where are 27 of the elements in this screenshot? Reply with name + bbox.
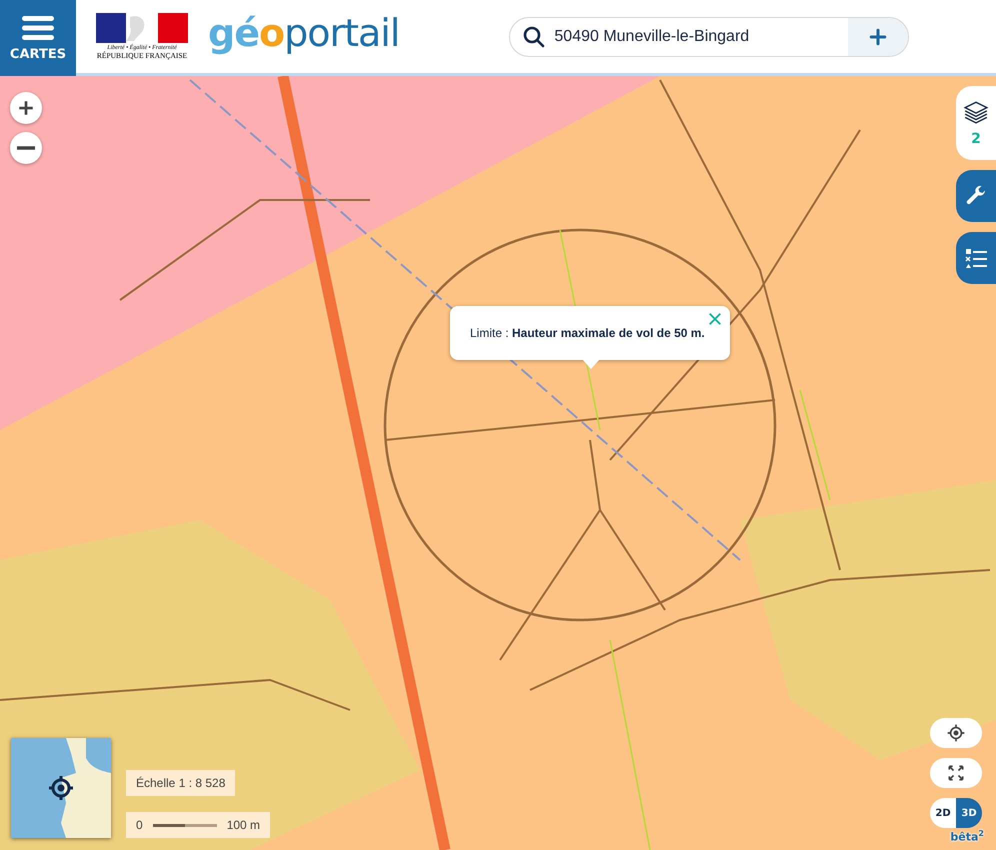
tools-button[interactable]	[956, 170, 996, 222]
popup-text: Limite : Hauteur maximale de vol de 50 m.	[470, 326, 705, 340]
logo-text: o	[258, 10, 284, 54]
scale-end-label: 100 m	[226, 818, 260, 832]
view-mode-toggle[interactable]: 3D	[956, 798, 982, 828]
search-bar[interactable]: 50490 Muneville-le-Bingard	[509, 16, 910, 56]
scale-start-label: 0	[136, 818, 143, 832]
expand-arrows-icon	[946, 763, 966, 783]
logo-text: gé	[208, 10, 259, 54]
scale-ratio: Échelle 1 : 8 528	[126, 770, 236, 796]
plus-icon	[17, 99, 35, 117]
scale-bar	[152, 824, 217, 826]
logo-text: portail	[284, 10, 400, 54]
target-icon	[48, 774, 74, 802]
legend-icon	[963, 246, 989, 270]
target-icon	[946, 723, 966, 743]
marianne-flag-icon	[96, 13, 188, 43]
plus-icon	[869, 28, 888, 46]
minus-icon	[17, 146, 35, 150]
menu-icon	[21, 14, 55, 40]
legend-button[interactable]	[956, 232, 996, 284]
add-button[interactable]	[848, 18, 908, 56]
maps-menu-button[interactable]: CARTES	[0, 0, 76, 76]
search-icon	[522, 24, 546, 48]
beta-label: bêta$^{2}$	[950, 829, 984, 844]
search-field[interactable]: 50490 Muneville-le-Bingard	[552, 26, 848, 46]
layers-icon	[961, 99, 991, 125]
